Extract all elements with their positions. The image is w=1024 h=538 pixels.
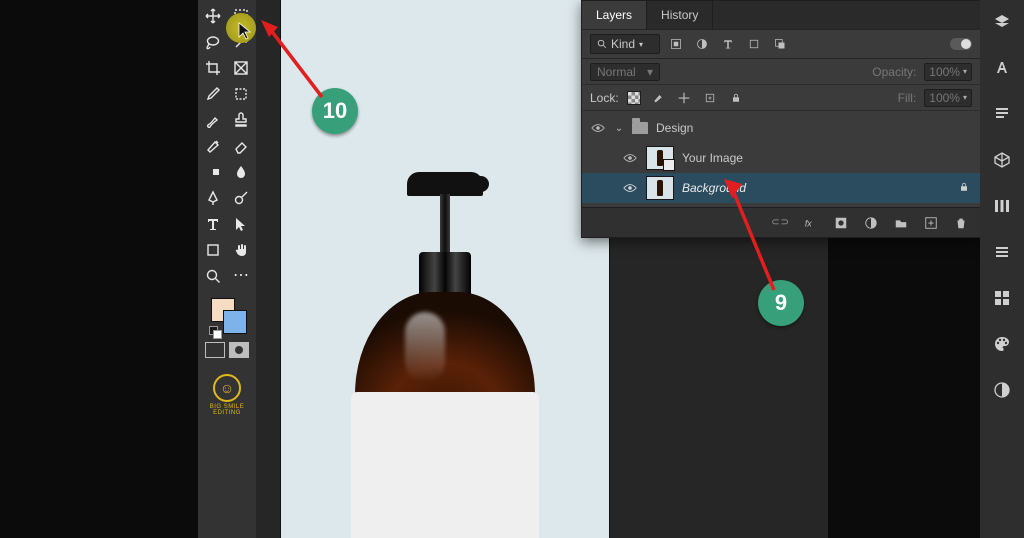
lasso-tool[interactable]	[201, 30, 225, 54]
layer-background[interactable]: Background	[582, 173, 980, 203]
callout-badge-10: 10	[312, 88, 358, 134]
filter-kind-label: Kind	[611, 37, 635, 51]
swatches-panel-icon[interactable]	[992, 288, 1012, 308]
visibility-icon[interactable]	[590, 120, 606, 136]
lock-label: Lock:	[590, 91, 619, 105]
blend-mode-dropdown[interactable]: Normal▾	[590, 63, 660, 81]
character-panel-icon[interactable]	[992, 58, 1012, 78]
layer-group[interactable]: ⌄ Design	[582, 113, 980, 143]
shape-tool[interactable]	[201, 238, 225, 262]
crop-tool[interactable]	[201, 56, 225, 80]
tab-history[interactable]: History	[647, 1, 713, 29]
layer-name: Your Image	[682, 151, 743, 165]
lock-icon	[958, 181, 972, 195]
default-colors[interactable]	[209, 326, 221, 338]
folder-icon	[632, 122, 648, 134]
layer-name: Background	[682, 181, 746, 195]
layer-thumbnail	[646, 176, 674, 200]
layer-list: ⌄ Design Your Image Background	[582, 111, 980, 207]
quickmask-mode-icon[interactable]	[229, 342, 249, 358]
eyedropper-tool[interactable]	[201, 82, 225, 106]
new-group-icon[interactable]	[892, 214, 910, 232]
pen-tool[interactable]	[201, 186, 225, 210]
filter-kind-dropdown[interactable]: Kind ▾	[590, 34, 660, 54]
new-layer-icon[interactable]	[922, 214, 940, 232]
history-panel-icon[interactable]	[992, 380, 1012, 400]
opacity-value[interactable]: 100%▾	[924, 63, 972, 81]
move-tool[interactable]	[201, 4, 225, 28]
eraser-tool[interactable]	[229, 134, 253, 158]
frame-tool[interactable]	[229, 56, 253, 80]
fill-label: Fill:	[898, 91, 917, 105]
color-panel-icon[interactable]	[992, 334, 1012, 354]
color-swatches[interactable]	[207, 296, 247, 336]
dodge-tool[interactable]	[229, 186, 253, 210]
hand-tool[interactable]	[229, 238, 253, 262]
edit-toolbar[interactable]: ⋯	[229, 264, 253, 288]
visibility-icon[interactable]	[622, 180, 638, 196]
filter-adjust-icon[interactable]	[692, 35, 712, 53]
fill-value[interactable]: 100%▾	[924, 89, 972, 107]
lock-row: Lock: Fill: 100%▾	[582, 85, 980, 111]
fx-icon[interactable]: fx	[802, 214, 820, 232]
filter-toggle[interactable]	[950, 38, 972, 50]
layer-filter-bar: Kind ▾	[582, 29, 980, 59]
callout-badge-9: 9	[758, 280, 804, 326]
brush-tool[interactable]	[201, 108, 225, 132]
stamp-tool[interactable]	[229, 108, 253, 132]
visibility-icon[interactable]	[622, 150, 638, 166]
lock-transparency-icon[interactable]	[627, 91, 641, 105]
filter-pixel-icon[interactable]	[666, 35, 686, 53]
bottle-image	[340, 172, 550, 532]
layer-thumbnail	[646, 146, 674, 170]
path-select-tool[interactable]	[229, 212, 253, 236]
type-tool[interactable]	[201, 212, 225, 236]
zoom-tool[interactable]	[201, 264, 225, 288]
delete-icon[interactable]	[952, 214, 970, 232]
watermark-logo: ☺ BIG SMILE EDITING	[201, 374, 253, 416]
tab-layers[interactable]: Layers	[582, 1, 647, 29]
properties-panel-icon[interactable]	[992, 242, 1012, 262]
svg-text:fx: fx	[805, 218, 812, 228]
lock-all-icon[interactable]	[727, 89, 745, 107]
opacity-label: Opacity:	[872, 65, 916, 79]
group-caret-icon[interactable]: ⌄	[614, 123, 624, 134]
layers-shortcut-icon[interactable]	[992, 12, 1012, 32]
document-canvas[interactable]	[281, 0, 609, 538]
lock-artboard-icon[interactable]	[701, 89, 719, 107]
layers-footer: ⊂⊃ fx	[582, 207, 980, 237]
lock-pixels-icon[interactable]	[649, 89, 667, 107]
group-name: Design	[656, 121, 693, 135]
filter-shape-icon[interactable]	[744, 35, 764, 53]
adjustments-panel-icon[interactable]	[992, 196, 1012, 216]
blend-row: Normal▾ Opacity: 100%▾	[582, 59, 980, 85]
history-brush-tool[interactable]	[201, 134, 225, 158]
gradient-tool[interactable]	[201, 160, 225, 184]
magic-wand-tool[interactable]	[229, 30, 253, 54]
mask-icon[interactable]	[832, 214, 850, 232]
lock-position-icon[interactable]	[675, 89, 693, 107]
filter-type-icon[interactable]	[718, 35, 738, 53]
standard-mode-icon[interactable]	[205, 342, 225, 358]
filter-smart-icon[interactable]	[770, 35, 790, 53]
layer-your-image[interactable]: Your Image	[582, 143, 980, 173]
right-dock	[980, 0, 1024, 538]
blur-tool[interactable]	[229, 160, 253, 184]
marquee-tool[interactable]	[229, 4, 253, 28]
tools-panel: ⋯ ☺ BIG SMILE EDITING	[198, 0, 256, 538]
paragraph-panel-icon[interactable]	[992, 104, 1012, 124]
background-color[interactable]	[223, 310, 247, 334]
link-layers-icon[interactable]: ⊂⊃	[771, 217, 790, 228]
libraries-icon[interactable]	[992, 150, 1012, 170]
patch-tool[interactable]	[229, 82, 253, 106]
layers-panel: Layers History Kind ▾ Normal▾ Opacity: 1…	[581, 0, 981, 238]
adjustment-icon[interactable]	[862, 214, 880, 232]
